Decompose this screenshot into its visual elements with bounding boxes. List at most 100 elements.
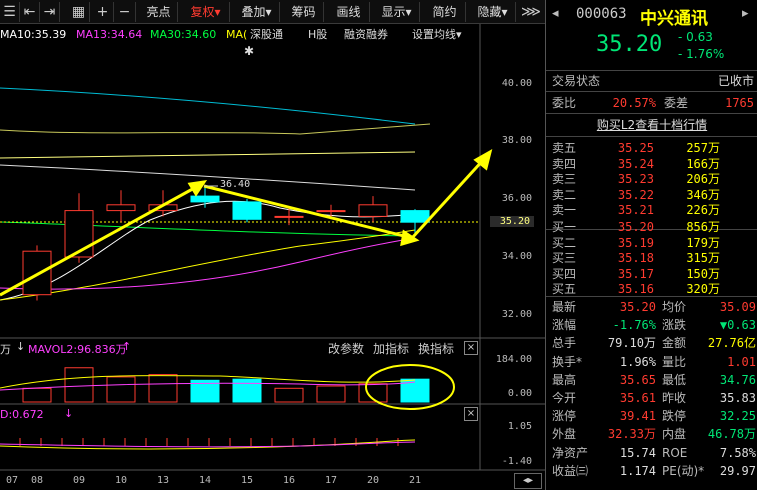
wb-value: 20.57% <box>612 96 656 110</box>
wc-label: 委差 <box>664 96 689 110</box>
toolbar-hide[interactable]: 隐藏▾ <box>470 2 516 22</box>
quote-panel: ◂ 000063 中兴通讯 ▸ 35.20 - 0.63 - 1.76% 交易状… <box>545 0 757 490</box>
volume-bar-10 <box>106 376 136 403</box>
toolbar-chips[interactable]: 筹码 <box>284 2 324 22</box>
price-change: - 0.63 <box>678 30 713 44</box>
scroll-right-icon[interactable]: ◂▸ <box>514 473 542 489</box>
x-axis-label: 13 <box>156 475 170 486</box>
settings-icon[interactable]: ☰ <box>0 2 20 22</box>
level-label: 卖一 <box>552 203 577 217</box>
stat-row: 外盘 32.33万 内盘 46.78万 <box>546 425 757 443</box>
stat-value: 79.10万 <box>607 336 656 351</box>
stat-label: 跌停 <box>662 409 687 424</box>
ma-white-line <box>0 200 416 301</box>
candle-16 <box>274 215 304 218</box>
prev-stock-icon[interactable]: ◂ <box>552 6 559 21</box>
toolbar-simple[interactable]: 简约 <box>424 2 466 22</box>
candle-14 <box>190 195 220 203</box>
stat-value: 35.65 <box>619 372 656 387</box>
stat-label: 收益㈢ <box>552 463 589 478</box>
candle-17 <box>316 210 346 213</box>
vol-switch-indicator[interactable]: 换指标 <box>418 340 454 357</box>
stat-label: 均价 <box>662 300 687 314</box>
x-axis-label: 17 <box>324 475 338 486</box>
stat-label: 金额 <box>662 336 687 351</box>
y-axis-32: 32.00 <box>501 309 532 320</box>
vol-close-icon[interactable]: × <box>464 341 478 355</box>
stat-row: 涨停 39.41 跌停 32.25 <box>546 407 757 425</box>
star-icon: ✱ <box>244 44 255 58</box>
x-axis-label: 15 <box>240 475 254 486</box>
x-axis-label: 20 <box>366 475 380 486</box>
nav-first-icon[interactable]: ⇤ <box>20 2 40 22</box>
l2-upgrade-link[interactable]: 购买L2查看十档行情 <box>597 118 707 132</box>
x-axis-label: 08 <box>30 475 44 486</box>
ask-level-row[interactable]: 卖一 35.21 226万 <box>546 201 757 219</box>
stat-value: 39.41 <box>619 409 656 424</box>
x-axis-label: 09 <box>72 475 86 486</box>
y-axis-38: 38.00 <box>501 135 532 146</box>
stat-row: 总手 79.10万 金额 27.76亿 <box>546 334 757 352</box>
stat-label: PE(动)* <box>662 463 705 478</box>
stat-label: 内盘 <box>662 427 687 442</box>
zoom-out-icon[interactable]: − <box>114 2 136 22</box>
candle-20 <box>358 204 388 217</box>
volume-bar-13 <box>148 374 178 403</box>
ma-magenta-line <box>0 237 416 290</box>
zoom-in-icon[interactable]: + <box>92 2 114 22</box>
macd-label: D:0.672 <box>0 408 44 421</box>
vol-add-indicator[interactable]: 加指标 <box>373 340 409 357</box>
stat-label: ROE <box>662 445 688 460</box>
expand-icon[interactable]: ⋙ <box>518 2 544 22</box>
nav-last-icon[interactable]: ⇥ <box>40 2 60 22</box>
toolbar-highlights[interactable]: 亮点 <box>140 2 178 22</box>
stat-value: 15.74 <box>619 445 656 460</box>
stat-label: 昨收 <box>662 391 687 405</box>
toolbar-restore-rights[interactable]: 复权▾ <box>182 2 230 22</box>
stat-value: 27.76亿 <box>707 336 756 351</box>
stat-label: 换手* <box>552 354 583 369</box>
level-price: 35.21 <box>617 203 654 217</box>
price-change-pct: - 1.76% <box>678 47 725 61</box>
y-axis-34: 34.00 <box>501 251 532 262</box>
mavol2-label: MAVOL2:96.836万 <box>28 343 127 356</box>
stat-label: 今开 <box>552 391 577 405</box>
stat-label: 最低 <box>662 372 687 387</box>
trade-status: 已收市 <box>717 74 754 88</box>
macd-axis-min: -1.40 <box>501 456 532 467</box>
stat-value: 34.76 <box>719 372 756 387</box>
toolbar-overlay[interactable]: 叠加▾ <box>234 2 280 22</box>
next-stock-icon[interactable]: ▸ <box>742 6 749 21</box>
toolbar-display[interactable]: 显示▾ <box>374 2 420 22</box>
vol-axis-min: 0.00 <box>507 388 532 399</box>
vol-change-param[interactable]: 改参数 <box>328 340 364 357</box>
mavol-arrow-icon: ↑ <box>122 340 132 353</box>
last-price: 35.20 <box>596 32 663 57</box>
stat-row: 收益㈢ 1.174 PE(动)* 29.97 <box>546 462 757 480</box>
stat-value: ▼0.63 <box>719 318 756 333</box>
stat-value: 32.33万 <box>607 427 656 442</box>
x-axis-label: 10 <box>114 475 128 486</box>
macd-arrow-icon: ↓ <box>64 407 74 420</box>
grid-icon[interactable]: ▦ <box>68 2 90 22</box>
candle-15 <box>232 201 262 220</box>
wb-label: 委比 <box>552 96 577 110</box>
stat-value: 1.174 <box>619 463 656 478</box>
stat-label: 外盘 <box>552 427 577 442</box>
toolbar-draw[interactable]: 画线 <box>328 2 370 22</box>
wc-value: 1765 <box>725 96 754 110</box>
y-axis-current: 35.20 <box>490 216 534 227</box>
volume-bar-08 <box>22 387 52 403</box>
stat-value: 35.83 <box>719 391 756 405</box>
stat-value: 35.61 <box>619 391 656 405</box>
macd-close-icon[interactable]: × <box>464 407 478 421</box>
level-volume: 226万 <box>686 203 720 217</box>
y-axis-36: 36.00 <box>501 193 532 204</box>
candles-group <box>22 187 430 301</box>
volume-bar-15 <box>232 378 262 403</box>
x-axis-label: 16 <box>282 475 296 486</box>
vol-prefix: 万 <box>0 343 11 356</box>
stat-row: 净资产 15.74 ROE 7.58% <box>546 444 757 462</box>
x-axis-label: 07 <box>5 475 19 486</box>
stat-value: 46.78万 <box>707 427 756 442</box>
